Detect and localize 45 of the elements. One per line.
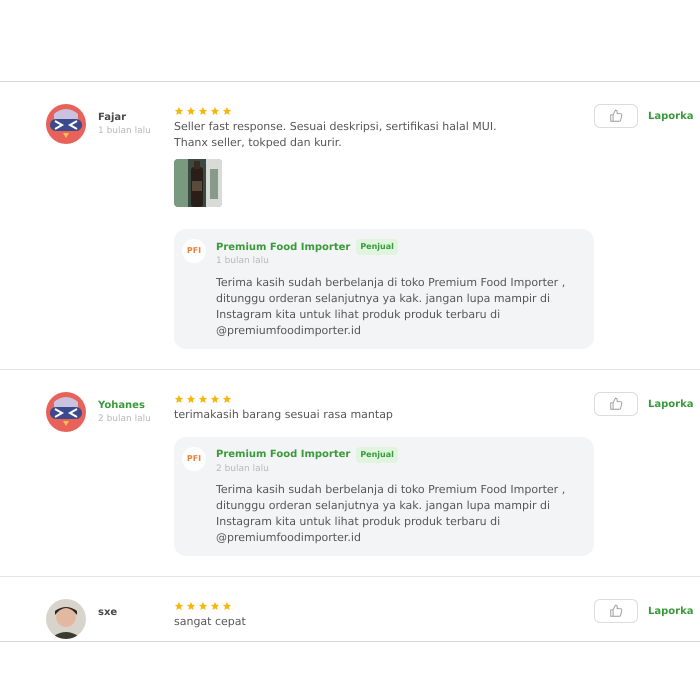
seller-logo: PFI [182,239,206,263]
like-button[interactable] [594,104,638,128]
like-button[interactable] [594,599,638,623]
review-text: sangat cepat [174,614,247,630]
seller-name: Premium Food Importer [216,448,350,462]
owl-avatar-icon [46,104,86,144]
seller-badge: Penjual [356,239,398,255]
star-icon [222,601,232,611]
seller-logo: PFI [182,446,206,470]
review-text: Thanx seller, tokped dan kurir. [174,135,343,151]
reply-time: 2 bulan lalu [216,462,270,476]
star-icon [174,601,184,611]
report-link[interactable]: Laporka [648,599,694,619]
star-icon [198,106,208,116]
star-icon [210,601,220,611]
reviewer-name: sxe [98,606,118,620]
reply-text: Terima kasih sudah berbelanja di toko Premium Food Importer , ditunggu orderan selanjutnya ya kak. jangan lupa mampir di Instagram kita untuk lihat produk produk terbaru di @premiumfoodimporter.id [216,482,566,546]
star-icon [198,394,208,404]
star-icon [186,394,196,404]
reviewer-name: Fajar [98,111,128,125]
star-icon [222,106,232,116]
owl-avatar-icon [46,392,86,432]
thumbs-up-icon [609,109,623,123]
seller-badge: Penjual [356,446,398,462]
reply-time: 1 bulan lalu [216,255,270,268]
review-text: Seller fast response. Sesuai deskripsi, sertifikasi halal MUI. [174,119,498,135]
review-text: terimakasih barang sesuai rasa mantap [174,406,394,422]
star-icon [198,601,208,611]
seller-name: Premium Food Importer [216,240,350,254]
star-icon [186,601,196,611]
reply-text: Terima kasih sudah berbelanja di toko Premium Food Importer , ditunggu orderan selanjutnya ya kak. jangan lupa mampir di Instagram kita untuk lihat produk produk terbaru di @premiumfoodimporter.id [216,274,566,338]
review-time: 1 bulan lalu [98,125,152,138]
star-icon [210,394,220,404]
like-button[interactable] [594,392,638,416]
thumbs-up-icon [609,604,623,618]
star-icon [174,394,184,404]
star-icon [222,394,232,404]
star-icon [174,106,184,116]
star-icon [210,106,220,116]
reviewer-name: Yohanes [98,398,146,412]
review-time: 2 bulan lalu [98,412,152,426]
report-link[interactable]: Laporka [648,104,694,124]
star-icon [186,106,196,116]
thumbs-up-icon [609,396,623,410]
report-link[interactable]: Laporka [648,392,694,412]
